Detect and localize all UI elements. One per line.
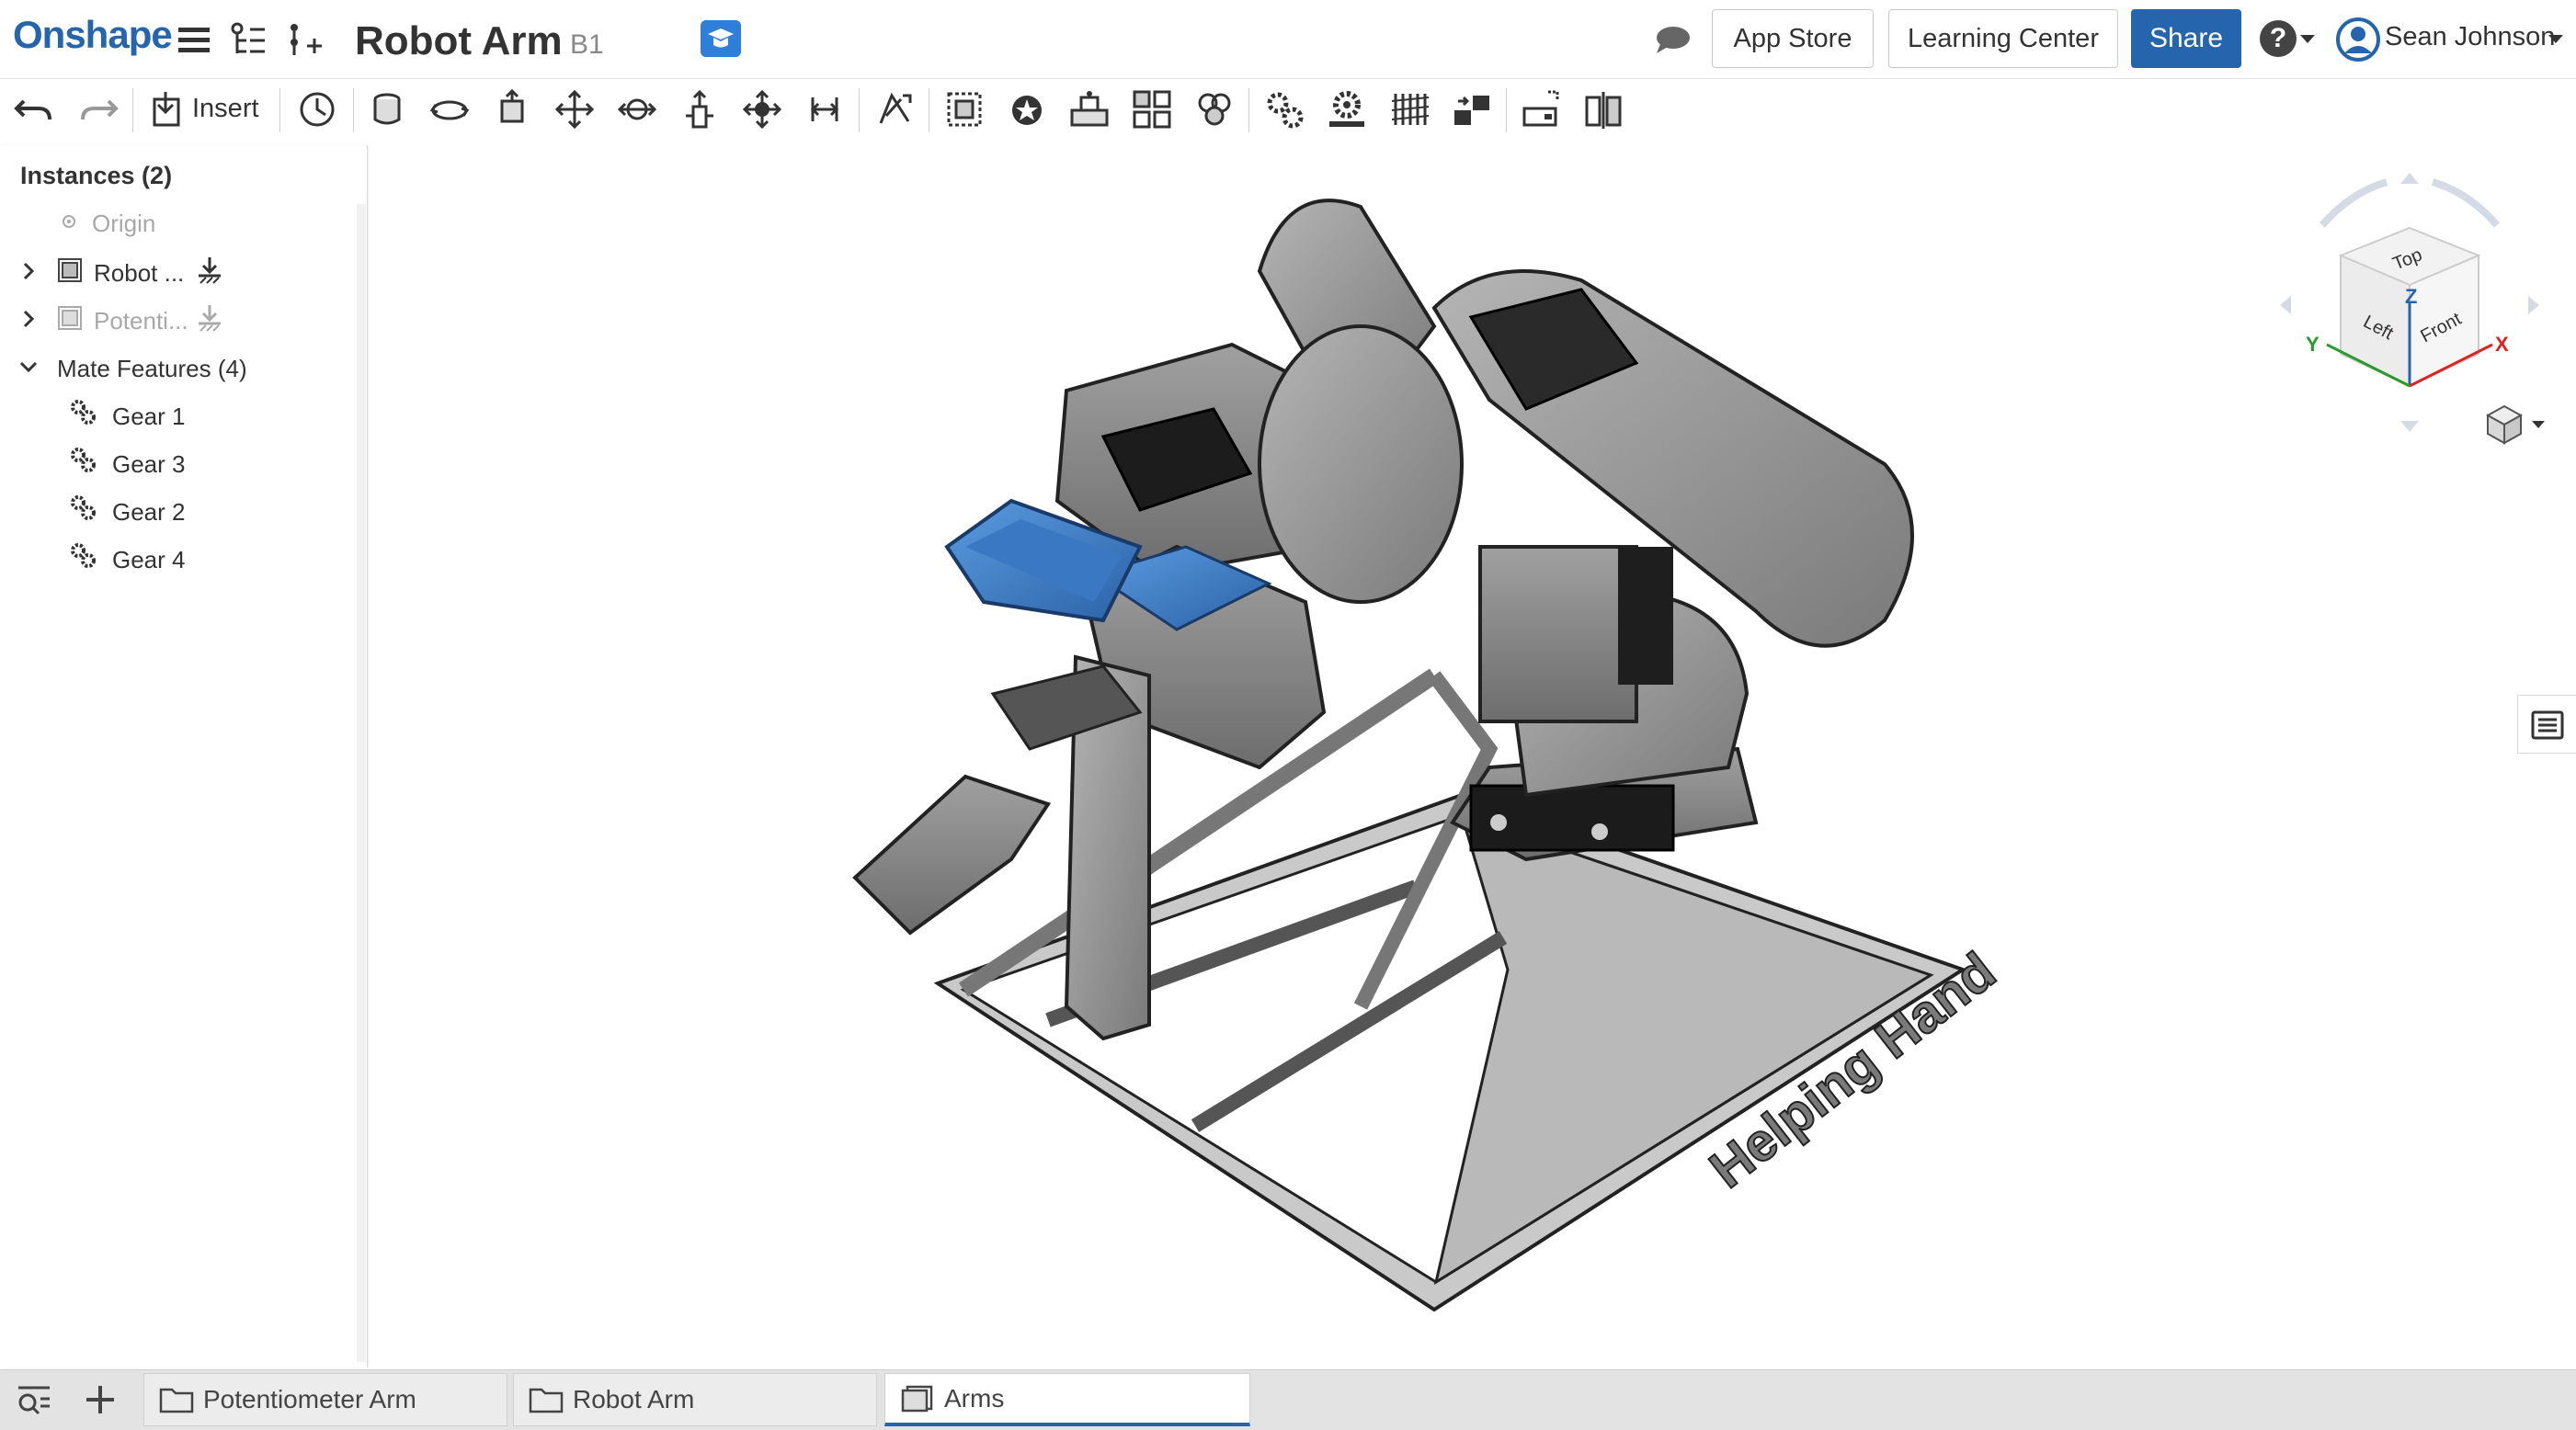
insert-button-label[interactable]: Insert [192, 94, 259, 124]
pin-slot-mate-icon[interactable] [678, 88, 721, 131]
tangent-mate-icon[interactable] [873, 88, 916, 131]
document-version: B1 [570, 29, 604, 60]
view-cube[interactable]: Top Left Front Z X Y [2258, 156, 2561, 450]
parallel-mate-icon[interactable] [804, 88, 846, 131]
feature-tree-icon[interactable] [230, 22, 267, 59]
mate-feature-item[interactable]: Gear 1 [112, 403, 186, 431]
user-caret-icon[interactable] [2548, 35, 2563, 43]
gear-relation-icon [71, 543, 96, 568]
instances-header[interactable]: Instances (2) [20, 162, 172, 190]
app-store-button[interactable]: App Store [1712, 9, 1874, 68]
list-panel-icon [2531, 710, 2564, 740]
origin-icon [63, 215, 75, 228]
gear-relation-icon[interactable] [1263, 88, 1305, 131]
replicate-icon[interactable] [1068, 88, 1111, 131]
fixed-icon [199, 305, 221, 332]
onshape-logo[interactable]: Onshape [13, 13, 173, 57]
group-icon[interactable] [943, 88, 986, 131]
named-positions-icon[interactable] [296, 88, 338, 131]
toolbar-separator [1248, 88, 1249, 132]
fastened-mate-icon[interactable] [366, 88, 408, 131]
learning-center-button[interactable]: Learning Center [1888, 9, 2118, 68]
z-axis-label: Z [2405, 285, 2417, 308]
comments-icon[interactable] [1653, 24, 1692, 55]
section-view-icon[interactable] [1583, 88, 1625, 131]
document-title[interactable]: Robot Arm [355, 18, 563, 64]
add-tab-icon[interactable] [83, 1382, 118, 1417]
circular-pattern-icon[interactable] [1193, 88, 1236, 131]
robot-arm-model[interactable]: Helping Hand [827, 198, 2023, 1346]
planar-mate-icon[interactable] [553, 88, 596, 131]
toolbar-separator [132, 88, 133, 132]
part-studio-icon [58, 258, 82, 282]
user-avatar-icon[interactable] [2335, 17, 2381, 62]
user-name[interactable]: Sean Johnson [2385, 22, 2555, 52]
fixed-icon [199, 257, 221, 284]
screw-relation-icon[interactable] [1388, 88, 1430, 131]
expand-chevron-icon[interactable] [17, 259, 40, 283]
tab-label: Arms [944, 1383, 1005, 1413]
mate-feature-item[interactable]: Gear 3 [112, 450, 186, 479]
revolute-mate-icon[interactable] [428, 88, 471, 131]
education-badge-icon[interactable] [701, 20, 741, 57]
toolbar-separator [279, 88, 280, 132]
tab-robot-arm[interactable]: Robot Arm [513, 1373, 877, 1426]
cylindrical-mate-icon[interactable] [616, 88, 658, 131]
slider-mate-icon[interactable] [491, 88, 533, 131]
insert-tree-icon[interactable] [287, 22, 324, 59]
mate-feature-item[interactable]: Gear 2 [112, 498, 186, 527]
x-axis-label: X [2495, 333, 2509, 356]
mate-features-header[interactable]: Mate Features (4) [57, 355, 247, 383]
mate-connector-icon[interactable] [1006, 88, 1048, 131]
gear-relation-icon [71, 400, 96, 425]
folder-icon [159, 1388, 194, 1413]
undo-icon[interactable] [13, 88, 55, 131]
origin-item[interactable]: Origin [92, 210, 155, 238]
menu-icon[interactable] [177, 22, 213, 59]
tab-arms[interactable]: Arms [884, 1373, 1250, 1426]
gear-relation-icon [71, 495, 96, 520]
assembly-icon [901, 1385, 933, 1412]
help-caret-icon[interactable] [2300, 35, 2315, 43]
part-studio-icon [58, 306, 82, 330]
exploded-view-icon[interactable] [1521, 88, 1563, 131]
tab-manager-icon[interactable] [15, 1382, 53, 1417]
expand-chevron-icon[interactable] [17, 307, 40, 331]
linear-relation-icon[interactable] [1451, 88, 1493, 131]
instance-item-label[interactable]: Robot ... [94, 259, 184, 288]
redo-icon[interactable] [77, 88, 120, 131]
y-axis-label: Y [2306, 333, 2320, 356]
share-button[interactable]: Share [2131, 9, 2241, 68]
panel-scrollbar[interactable] [357, 204, 366, 1362]
insert-icon[interactable] [147, 88, 189, 131]
tab-label: Potentiometer Arm [203, 1385, 416, 1413]
help-icon[interactable]: ? [2260, 20, 2297, 57]
pattern-icon[interactable] [1131, 88, 1173, 131]
gear-relation-icon [71, 448, 96, 472]
ball-mate-icon[interactable] [741, 88, 783, 131]
collapse-chevron-icon[interactable] [17, 355, 40, 379]
folder-icon [529, 1388, 564, 1413]
mate-feature-item[interactable]: Gear 4 [112, 546, 186, 574]
instance-item-label[interactable]: Potenti... [94, 307, 188, 335]
rack-pinion-relation-icon[interactable] [1326, 88, 1368, 131]
toolbar-separator [1506, 88, 1507, 132]
side-panel-toggle[interactable] [2517, 695, 2576, 754]
toolbar-separator [859, 88, 860, 132]
tab-label: Robot Arm [573, 1385, 695, 1413]
toolbar-separator [353, 88, 354, 132]
tab-potentiometer-arm[interactable]: Potentiometer Arm [143, 1373, 507, 1426]
